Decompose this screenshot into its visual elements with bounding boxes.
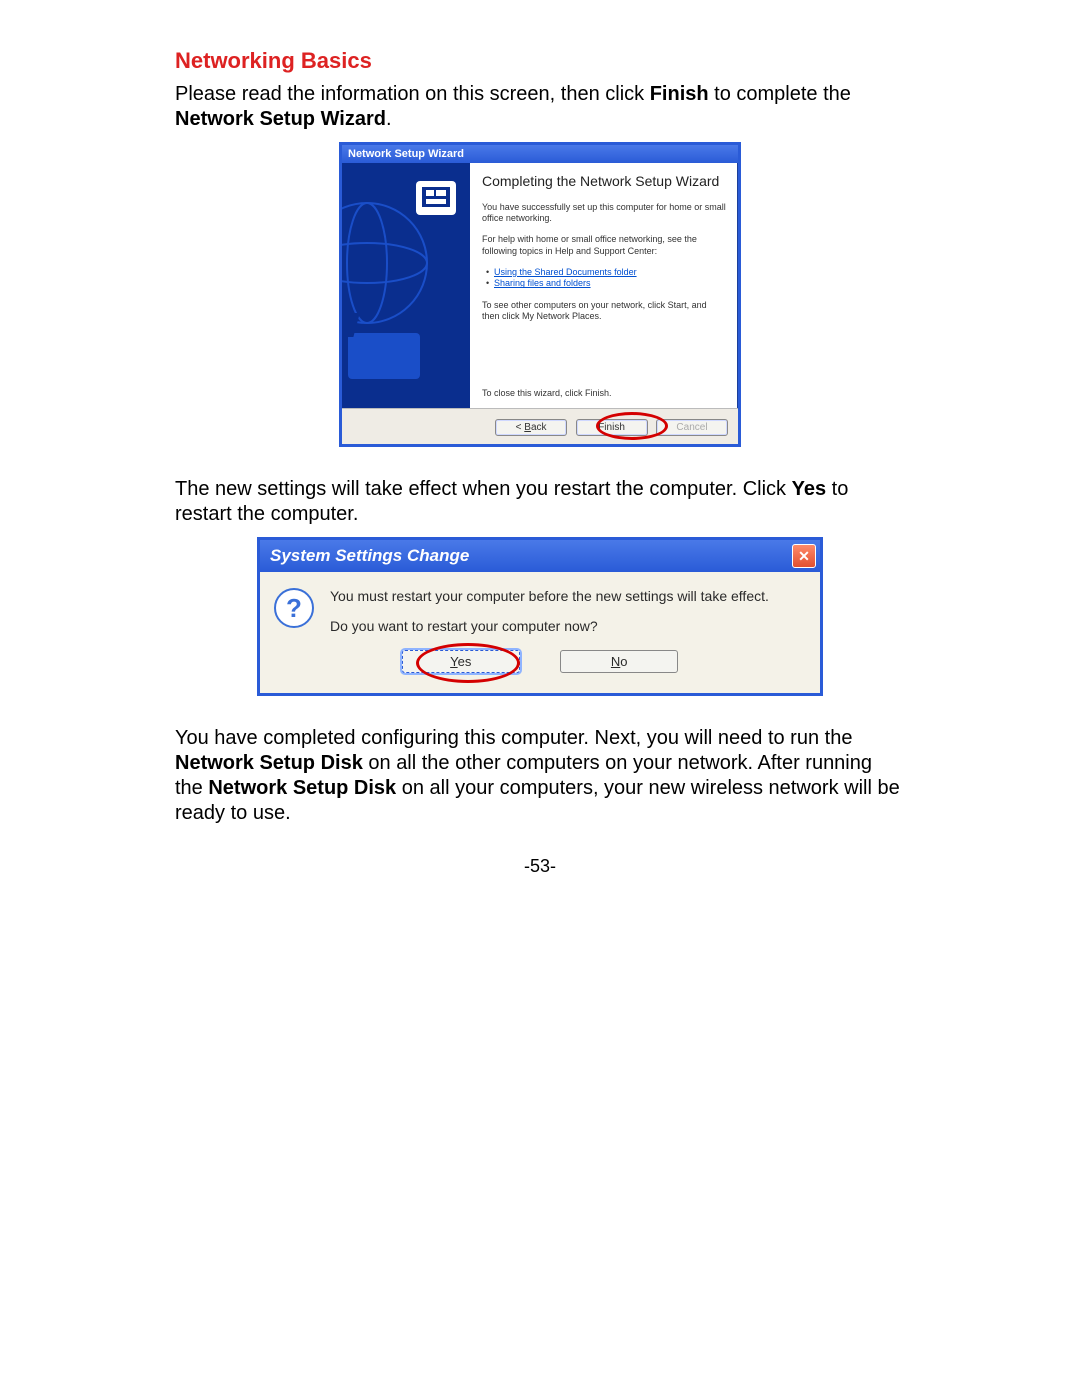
text: o bbox=[620, 654, 627, 669]
dialog-body: ? You must restart your computer before … bbox=[260, 572, 820, 640]
text: ack bbox=[531, 422, 547, 433]
text: . bbox=[386, 108, 392, 130]
wizard-heading: Completing the Network Setup Wizard bbox=[482, 173, 726, 190]
text-bold: Finish bbox=[650, 83, 709, 105]
text: Y bbox=[450, 654, 457, 669]
help-link-sharing-files[interactable]: Sharing files and folders bbox=[494, 278, 591, 288]
wizard-titlebar: Network Setup Wizard bbox=[342, 145, 738, 163]
dialog-line1: You must restart your computer before th… bbox=[330, 588, 769, 604]
text: The new settings will take effect when y… bbox=[175, 478, 792, 500]
wizard-text: For help with home or small office netwo… bbox=[482, 234, 726, 257]
document-page: Networking Basics Please read the inform… bbox=[0, 0, 1080, 1397]
text: < bbox=[516, 422, 525, 433]
dialog-buttons: Yes No bbox=[260, 640, 820, 693]
close-icon[interactable]: ✕ bbox=[792, 544, 816, 568]
text: B bbox=[524, 422, 531, 433]
paragraph-3: You have completed configuring this comp… bbox=[175, 726, 905, 826]
paragraph-1: Please read the information on this scre… bbox=[175, 82, 905, 132]
wizard-content: Completing the Network Setup Wizard You … bbox=[470, 163, 738, 408]
cancel-button[interactable]: Cancel bbox=[656, 419, 728, 436]
network-setup-wizard-dialog: Network Setup Wizard bbox=[339, 142, 741, 447]
system-settings-change-dialog: System Settings Change ✕ ? You must rest… bbox=[257, 537, 823, 696]
text: es bbox=[458, 654, 472, 669]
text-bold: Network Setup Disk bbox=[175, 752, 363, 774]
text-bold: Network Setup Wizard bbox=[175, 108, 386, 130]
wizard-text: To see other computers on your network, … bbox=[482, 300, 726, 323]
back-button[interactable]: < Back bbox=[495, 419, 567, 436]
paragraph-2: The new settings will take effect when y… bbox=[175, 477, 905, 527]
section-title: Networking Basics bbox=[175, 48, 905, 74]
wizard-link-list: Using the Shared Documents folder Sharin… bbox=[486, 267, 726, 290]
text-bold: Network Setup Disk bbox=[208, 777, 396, 799]
yes-button[interactable]: Yes bbox=[402, 650, 520, 673]
help-link-shared-documents[interactable]: Using the Shared Documents folder bbox=[494, 267, 637, 277]
finish-button[interactable]: Finish bbox=[576, 419, 648, 436]
no-button[interactable]: No bbox=[560, 650, 678, 673]
dialog-line2: Do you want to restart your computer now… bbox=[330, 618, 769, 634]
text: N bbox=[611, 654, 620, 669]
wizard-close-text: To close this wizard, click Finish. bbox=[482, 388, 726, 399]
wizard-text: You have successfully set up this comput… bbox=[482, 202, 726, 225]
page-number: -53- bbox=[0, 856, 1080, 877]
dialog-titlebar: System Settings Change ✕ bbox=[260, 540, 820, 572]
text: Please read the information on this scre… bbox=[175, 83, 650, 105]
text: to complete the bbox=[709, 83, 851, 105]
question-icon: ? bbox=[274, 588, 314, 628]
wizard-side-graphic bbox=[342, 163, 470, 408]
dialog-text: You must restart your computer before th… bbox=[330, 588, 769, 634]
dialog-title-text: System Settings Change bbox=[270, 546, 469, 566]
wizard-footer: < Back Finish Cancel bbox=[342, 408, 738, 444]
wizard-body: Completing the Network Setup Wizard You … bbox=[342, 163, 738, 408]
text-bold: Yes bbox=[792, 478, 826, 500]
text: You have completed configuring this comp… bbox=[175, 727, 852, 749]
